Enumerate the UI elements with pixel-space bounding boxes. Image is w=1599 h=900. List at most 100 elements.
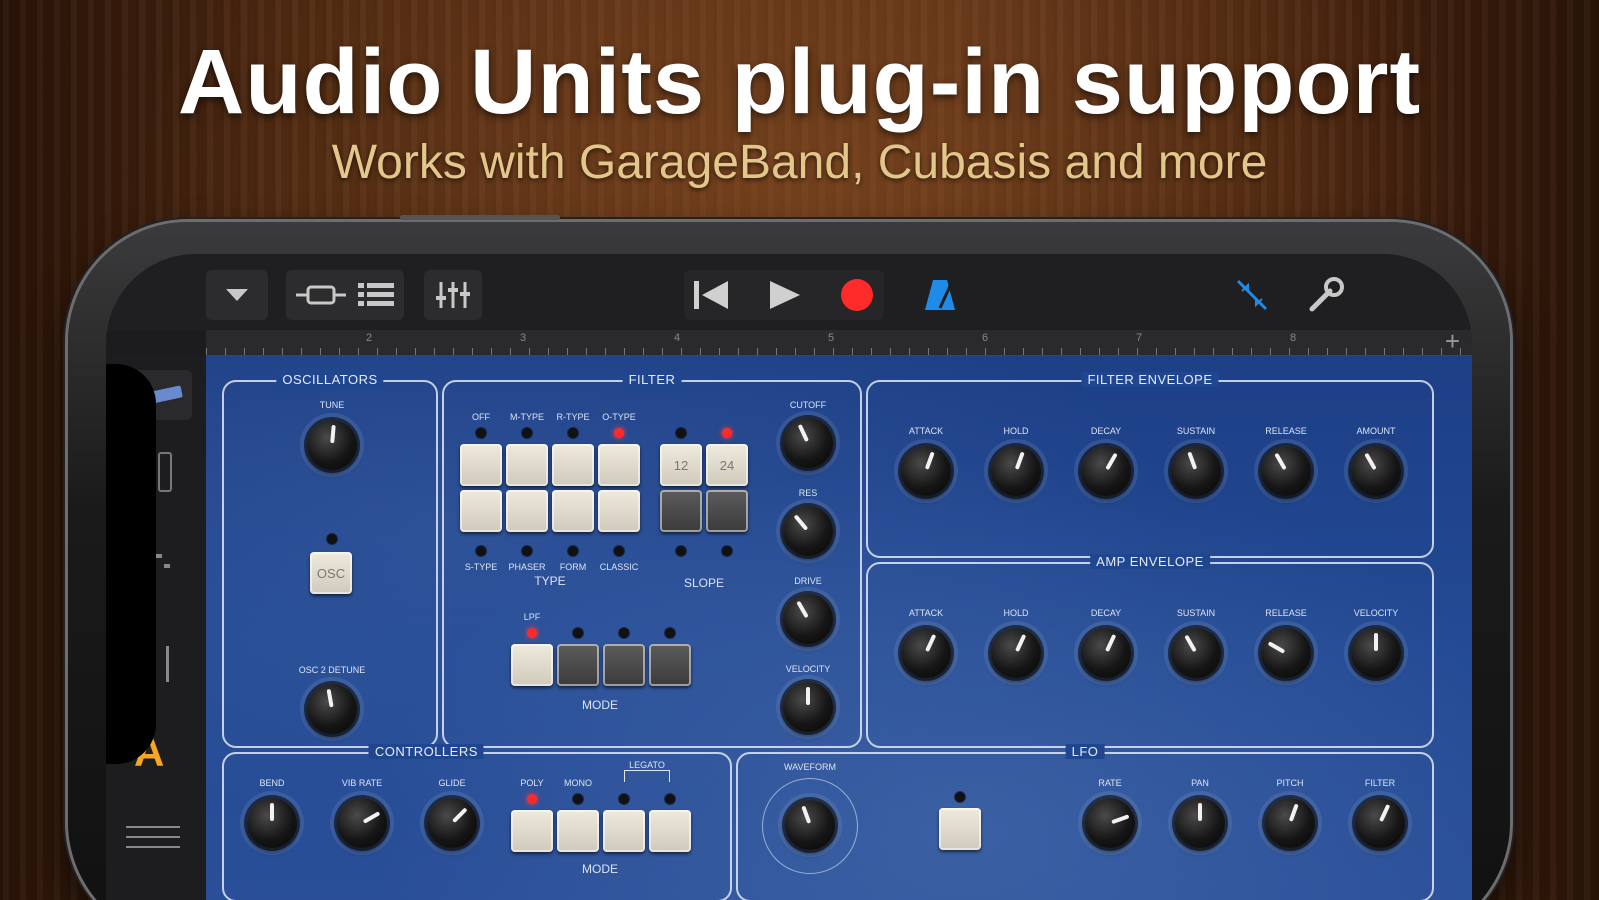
mixer-button[interactable] (424, 270, 482, 320)
view-buttons-group (286, 270, 404, 320)
slope-title: SLOPE (683, 576, 725, 590)
filter-env-knob[interactable] (1171, 446, 1221, 496)
slope-led-active (722, 428, 732, 438)
cutoff-knob[interactable] (783, 418, 833, 468)
rate-label: RATE (1098, 778, 1122, 788)
lfo-pan-knob[interactable] (1175, 798, 1225, 848)
bend-knob[interactable] (247, 798, 297, 848)
menu-lines-icon[interactable] (126, 826, 180, 848)
res-knob[interactable] (783, 506, 833, 556)
settings-button[interactable] (1302, 270, 1350, 320)
tracks-view-icon[interactable] (358, 281, 394, 309)
amp-env-knob[interactable] (1171, 628, 1221, 678)
filter-env-knob[interactable] (1351, 446, 1401, 496)
play-icon[interactable] (768, 279, 800, 311)
volume-slider-icon[interactable] (166, 646, 169, 682)
oscillators-section: OSCILLATORS TUNE OSC OSC 2 DETUNE (222, 372, 438, 748)
filter-env-label: SUSTAIN (1176, 426, 1216, 436)
type-led (522, 546, 532, 556)
res-label: RES (798, 488, 818, 498)
type-led (522, 428, 532, 438)
loop-browser-icon[interactable] (296, 282, 346, 308)
filter-env-knob[interactable] (991, 446, 1041, 496)
skip-back-icon[interactable] (694, 279, 728, 311)
lfo-pitch-knob[interactable] (1265, 798, 1315, 848)
controller-mode-button[interactable] (557, 810, 599, 852)
tune-knob[interactable] (307, 420, 357, 470)
amp-env-knob[interactable] (1261, 628, 1311, 678)
controllers-section: CONTROLLERS BEND VIB RATE GLIDE POLY MON… (222, 744, 732, 900)
amp-env-knob[interactable] (1081, 628, 1131, 678)
osc-button[interactable]: OSC (310, 552, 352, 594)
glide-knob[interactable] (427, 798, 477, 848)
mode-button[interactable] (649, 644, 691, 686)
filter-type-button[interactable] (552, 490, 594, 532)
filter-env-knob[interactable] (1261, 446, 1311, 496)
filter-type-button[interactable] (598, 444, 640, 486)
controller-mode-button[interactable] (649, 810, 691, 852)
mode-button[interactable] (603, 644, 645, 686)
transport-group (684, 270, 884, 320)
filter-type-button[interactable] (460, 444, 502, 486)
filter-env-label: HOLD (1003, 426, 1029, 436)
filter-velocity-knob[interactable] (783, 682, 833, 732)
section-title: CONTROLLERS (368, 744, 484, 759)
step-icon (156, 554, 170, 568)
synth-panel: OSCILLATORS TUNE OSC OSC 2 DETUNE FILTER… (206, 356, 1472, 900)
wrench-icon (1309, 277, 1344, 312)
filter-type-button[interactable] (552, 444, 594, 486)
slope-button[interactable] (660, 490, 702, 532)
lfo-filter-knob[interactable] (1355, 798, 1405, 848)
section-title: LFO (1065, 744, 1105, 759)
section-title: OSCILLATORS (276, 372, 384, 387)
filter-env-knob[interactable] (1081, 446, 1131, 496)
bend-label: BEND (259, 778, 285, 788)
add-section-button[interactable]: + (1445, 326, 1460, 357)
ruler-mark: 2 (366, 332, 373, 344)
legato-bracket (624, 770, 670, 782)
slope-button[interactable] (706, 490, 748, 532)
tune-label: TUNE (319, 400, 345, 410)
poly-led-active (527, 794, 537, 804)
amp-env-knob[interactable] (1351, 628, 1401, 678)
ruler-mark: 5 (828, 332, 835, 344)
filter-type-button[interactable] (460, 490, 502, 532)
pan-icon[interactable] (154, 552, 174, 572)
slope-12-button[interactable]: 12 (660, 444, 702, 486)
mode-led (573, 628, 583, 638)
filter-env-knob[interactable] (901, 446, 951, 496)
amp-env-knob[interactable] (991, 628, 1041, 678)
ruler-mark: 7 (1136, 332, 1143, 344)
lfo-rate-knob[interactable] (1085, 798, 1135, 848)
smart-controls-button[interactable] (1228, 270, 1276, 320)
filter-type-button[interactable] (598, 490, 640, 532)
record-icon[interactable] (840, 278, 874, 312)
drive-knob[interactable] (783, 594, 833, 644)
track-control-icon[interactable] (158, 452, 172, 492)
slope-24-button[interactable]: 24 (706, 444, 748, 486)
metronome-button[interactable] (916, 270, 964, 320)
osc2-detune-knob[interactable] (307, 684, 357, 734)
phone-frame: 2 3 4 5 6 7 8 + A OSCILLATORS TUNE OSC O… (68, 215, 1510, 900)
type-led (476, 546, 486, 556)
mode-button[interactable] (557, 644, 599, 686)
vib-rate-knob[interactable] (337, 798, 387, 848)
filter-type-button[interactable] (506, 444, 548, 486)
waveform-label: WAVEFORM (784, 762, 836, 772)
controller-mode-button[interactable] (511, 810, 553, 852)
amp-env-knob[interactable] (901, 628, 951, 678)
section-title: FILTER ENVELOPE (1081, 372, 1219, 387)
waveform-knob[interactable] (785, 800, 835, 850)
section-title: FILTER (622, 372, 682, 387)
amp-env-label: HOLD (1003, 608, 1029, 618)
mode-led (619, 628, 629, 638)
browser-dropdown-button[interactable] (206, 270, 268, 320)
type-led (614, 546, 624, 556)
filter-label: FILTER (1364, 778, 1396, 788)
type-title: TYPE (534, 574, 566, 588)
controller-mode-button[interactable] (603, 810, 645, 852)
timeline-ruler[interactable]: 2 3 4 5 6 7 8 + (206, 326, 1472, 356)
lfo-sync-button[interactable] (939, 808, 981, 850)
mode-button[interactable] (511, 644, 553, 686)
filter-type-button[interactable] (506, 490, 548, 532)
